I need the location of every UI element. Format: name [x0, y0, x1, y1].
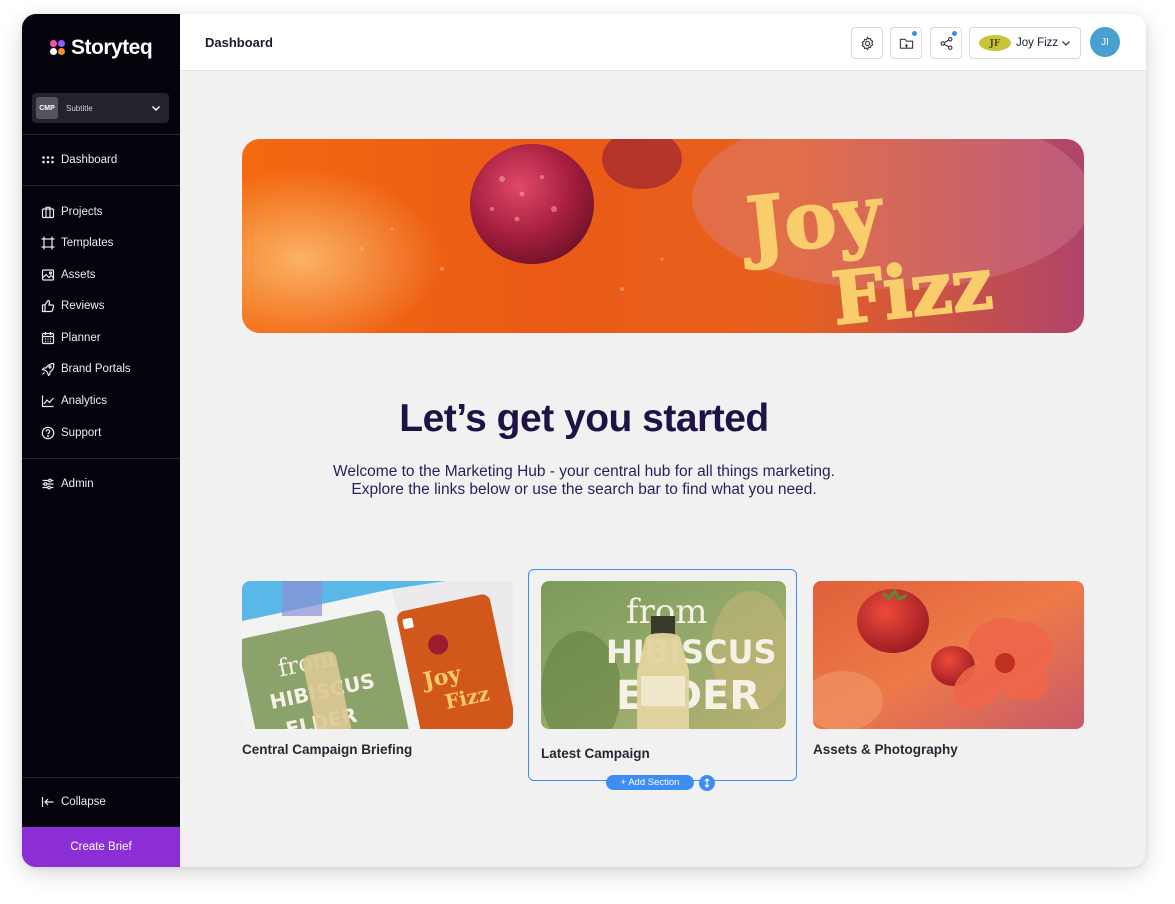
brand-selector[interactable]: JF Joy Fizz — [969, 27, 1081, 59]
chevron-down-icon — [151, 105, 161, 112]
hero-fizz-text: Fizz — [828, 240, 996, 333]
thumbs-up-icon — [41, 299, 55, 313]
sidebar-divider — [22, 777, 180, 778]
notification-dot — [952, 31, 957, 36]
add-section-button[interactable]: + Add Section — [606, 775, 694, 790]
sidebar-item-label: Brand Portals — [61, 363, 131, 375]
card-thumbnail: from HIBISCUS ELDER Joy Fizz — [242, 581, 513, 729]
card-label: Central Campaign Briefing — [242, 742, 413, 757]
sidebar-item-templates[interactable]: Templates — [41, 233, 113, 253]
sidebar-item-label: Reviews — [61, 300, 105, 312]
sidebar-item-assets[interactable]: Assets — [41, 265, 96, 285]
sidebar-divider — [22, 458, 180, 459]
card-central-campaign-briefing[interactable]: from HIBISCUS ELDER Joy Fizz Central Cam… — [242, 581, 513, 757]
joy-fizz-logo: JF — [979, 35, 1011, 51]
collapse-button[interactable]: Collapse — [41, 792, 106, 812]
create-brief-button[interactable]: Create Brief — [22, 827, 180, 867]
notification-dot — [912, 31, 917, 36]
sidebar-item-label: Assets — [61, 269, 96, 281]
card-art-hibiscus-text: HIBISCUS — [606, 633, 777, 671]
sidebar-item-reviews[interactable]: Reviews — [41, 296, 104, 316]
storyteq-logo[interactable]: Storyteq — [50, 36, 153, 60]
folder-icon — [899, 38, 913, 49]
logo-text: Storyteq — [71, 36, 153, 59]
top-bar: Dashboard JF Joy Fizz JI — [180, 14, 1146, 71]
svg-text:JF: JF — [989, 39, 1001, 49]
grid-dots-icon — [42, 156, 54, 164]
assets-thumbnail-image — [813, 581, 1084, 729]
rocket-icon — [41, 362, 55, 376]
latest-campaign-thumbnail-image: from HIBISCUS ELDER — [541, 581, 786, 729]
card-label: Latest Campaign — [541, 746, 650, 761]
gear-icon — [861, 35, 873, 51]
sidebar-divider — [22, 185, 180, 186]
sidebar-item-label: Planner — [61, 332, 101, 344]
briefing-thumbnail-image: from HIBISCUS ELDER Joy Fizz — [242, 581, 513, 729]
image-icon — [41, 269, 55, 281]
sidebar-item-label: Templates — [61, 237, 114, 249]
welcome-line-1: Welcome to the Marketing Hub - your cent… — [333, 463, 835, 480]
sidebar-divider — [22, 134, 180, 135]
move-section-handle[interactable] — [699, 775, 715, 791]
card-thumbnail — [813, 581, 1084, 729]
collapse-label: Collapse — [61, 796, 106, 808]
sidebar-item-label: Dashboard — [61, 154, 118, 166]
share-icon — [940, 36, 952, 50]
welcome-headline: Let’s get you started — [399, 397, 769, 440]
card-latest-campaign[interactable]: from HIBISCUS ELDER Latest Campaign — [528, 569, 797, 781]
sidebar-item-label: Projects — [61, 206, 103, 218]
brand-name: Joy Fizz — [1016, 37, 1059, 49]
campaign-selector[interactable]: CMP Subtitle — [32, 93, 169, 123]
avatar[interactable]: JI — [1090, 27, 1120, 57]
collapse-arrow-icon — [41, 797, 54, 807]
card-label: Assets & Photography — [813, 742, 958, 757]
page-title: Dashboard — [205, 35, 273, 50]
calendar-icon — [41, 332, 55, 345]
card-thumbnail: from HIBISCUS ELDER — [541, 581, 786, 729]
drag-vertical-icon — [704, 778, 710, 788]
settings-button[interactable] — [851, 27, 883, 59]
share-button[interactable] — [930, 27, 962, 59]
chevron-down-icon — [1062, 41, 1070, 46]
welcome-line-2: Explore the links below or use the searc… — [351, 481, 817, 498]
briefcase-icon — [41, 206, 55, 219]
campaign-subtitle: Subtitle — [66, 103, 93, 113]
folder-button[interactable] — [890, 27, 922, 59]
welcome-text: Welcome to the Marketing Hub - your cent… — [22, 463, 1146, 499]
app-window: Storyteq CMP Subtitle Dashboard Projects… — [22, 14, 1146, 867]
sidebar-item-dashboard[interactable]: Dashboard — [41, 150, 117, 170]
sidebar-item-planner[interactable]: Planner — [41, 328, 101, 348]
hero-banner: Joy Fizz — [242, 139, 1084, 333]
campaign-badge: CMP — [36, 97, 58, 119]
sidebar-item-brand-portals[interactable]: Brand Portals — [41, 359, 131, 379]
hero-image: Joy Fizz — [242, 139, 1084, 333]
sidebar-item-projects[interactable]: Projects — [41, 202, 103, 222]
card-assets-photography[interactable]: Assets & Photography — [813, 581, 1084, 757]
storyteq-logo-icon — [50, 40, 66, 56]
template-icon — [41, 236, 55, 250]
